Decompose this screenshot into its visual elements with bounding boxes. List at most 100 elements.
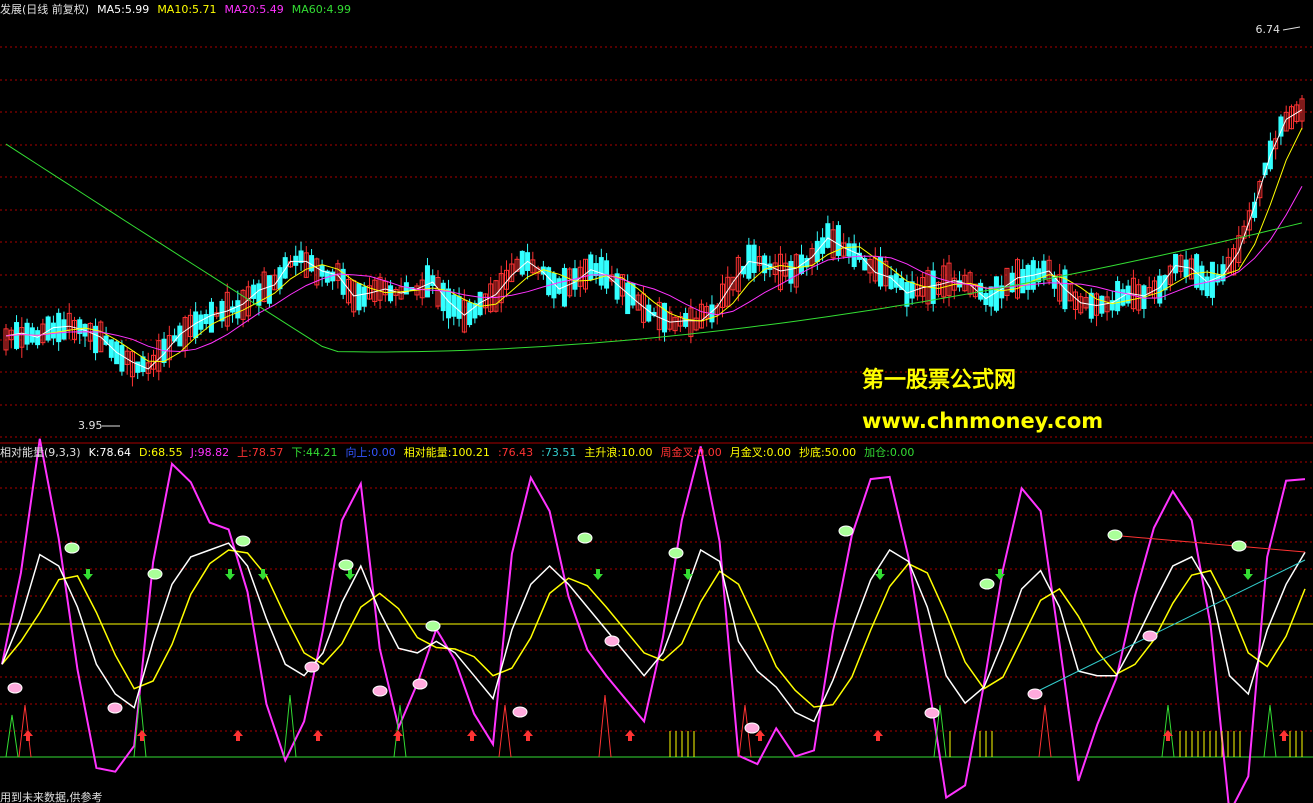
candlesticks	[3, 94, 1305, 387]
chart-canvas: 发展(日线 前复权) MA5:5.99 MA10:5.71 MA20:5.49 MA60…	[0, 2, 1313, 803]
candle-body	[356, 283, 362, 311]
legend-item: MA20:5.49	[225, 3, 284, 16]
signal-spike	[5, 714, 19, 758]
candle-body	[1115, 281, 1121, 312]
bottom-signal-icon	[604, 635, 620, 647]
candle-body	[1088, 292, 1094, 319]
bottom-signal-icon	[924, 707, 940, 719]
top-signal-icon	[668, 547, 684, 559]
candle-body	[277, 267, 283, 290]
candle-body	[893, 273, 899, 288]
candle-body	[1036, 268, 1042, 283]
candle-body	[1041, 260, 1047, 279]
up-arrow-icon	[873, 730, 883, 741]
legend-item: 抄底:50.00	[799, 445, 856, 459]
down-arrow-icon	[1243, 569, 1253, 580]
bottom-signal-icon	[744, 722, 760, 734]
indicator-grid	[0, 461, 1313, 758]
up-arrow-icon	[137, 730, 147, 741]
candle-body	[119, 345, 125, 372]
top-signal-icon	[235, 535, 251, 547]
candle-body	[598, 257, 604, 286]
bottom-signal-icon	[1027, 688, 1043, 700]
down-arrow-icon	[683, 569, 693, 580]
legend-item: 周金叉:0.00	[661, 445, 722, 459]
candle-body	[1173, 253, 1179, 274]
price-high-label: 6.74	[1256, 23, 1281, 36]
legend-item: MA5:5.99	[97, 3, 149, 16]
candle-body	[208, 301, 214, 333]
top-signal-icon	[425, 620, 441, 632]
top-signal-icon	[338, 559, 354, 571]
top-signal-icon	[979, 578, 995, 590]
candle-body	[198, 314, 204, 330]
top-signal-icon	[1107, 529, 1123, 541]
candle-body	[1194, 254, 1200, 288]
up-arrow-icon	[1279, 730, 1289, 741]
bottom-signal-icon	[107, 702, 123, 714]
candle-body	[646, 304, 652, 322]
legend-item: J:98.82	[190, 446, 229, 459]
candle-body	[456, 296, 462, 319]
price-low-label: 3.95	[78, 419, 103, 432]
candle-body	[424, 265, 430, 298]
legend-item: 下:44.21	[291, 446, 337, 459]
moving-average-lines	[5, 109, 1303, 370]
legend-item: 上:78.57	[237, 446, 283, 459]
up-arrow-icon	[313, 730, 323, 741]
footer-note: 用到未来数据,供参考	[0, 790, 103, 803]
legend-item: 相对能量:100.21	[404, 445, 490, 459]
legend-item: :73.51	[541, 446, 576, 459]
legend-item: K:78.64	[89, 446, 131, 459]
candle-body	[1020, 268, 1026, 294]
watermark-title: 第一股票公式网	[862, 367, 1016, 393]
candle-body	[266, 275, 272, 304]
candle-body	[788, 261, 794, 284]
bottom-signal-icon	[1142, 630, 1158, 642]
candle-body	[662, 302, 668, 333]
candle-body	[61, 319, 67, 340]
up-arrow-icon	[23, 730, 33, 741]
candle-body	[825, 223, 831, 248]
indicator-legend: 相对能量(9,3,3) K:78.64 D:68.55 J:98.82 上:78.57 下…	[0, 445, 914, 459]
candle-body	[467, 302, 473, 326]
candle-body	[751, 244, 757, 273]
trend-line	[1109, 534, 1306, 553]
price-high-arrow	[1282, 26, 1301, 31]
candle-body	[50, 322, 56, 339]
candle-body	[1157, 275, 1163, 304]
down-arrow-icon	[593, 569, 603, 580]
top-signal-icon	[1231, 540, 1247, 552]
bottom-signal-icon	[512, 706, 528, 718]
candle-body	[593, 263, 599, 277]
top-signal-icon	[147, 568, 163, 580]
up-arrow-icon	[393, 730, 403, 741]
bottom-signal-icon	[412, 678, 428, 690]
up-arrow-icon	[233, 730, 243, 741]
candle-body	[446, 288, 452, 319]
down-arrow-icon	[225, 569, 235, 580]
candle-body	[588, 254, 594, 281]
candle-body	[361, 286, 367, 307]
up-arrow-icon	[467, 730, 477, 741]
ma5-line	[5, 109, 1303, 370]
candle-body	[293, 255, 299, 266]
trend-line	[1039, 559, 1306, 691]
candle-body	[1183, 259, 1189, 278]
watermark-url: www.chnmoney.com	[862, 409, 1103, 433]
candle-body	[45, 316, 51, 341]
top-signal-icon	[577, 532, 593, 544]
legend-item: 相对能量(9,3,3)	[0, 445, 81, 459]
legend-item: 主升浪:10.00	[584, 445, 652, 459]
candle-body	[388, 285, 394, 302]
legend-item: :76.43	[498, 446, 533, 459]
candle-body	[556, 278, 562, 294]
down-arrow-icon	[83, 569, 93, 580]
legend-item: 月金叉:0.00	[730, 445, 791, 459]
legend-item: 发展(日线 前复权)	[0, 2, 89, 16]
legend-item: MA10:5.71	[157, 3, 216, 16]
candle-body	[235, 300, 241, 319]
up-arrow-icon	[523, 730, 533, 741]
legend-item: D:68.55	[139, 446, 183, 459]
top-signal-icon	[64, 542, 80, 554]
